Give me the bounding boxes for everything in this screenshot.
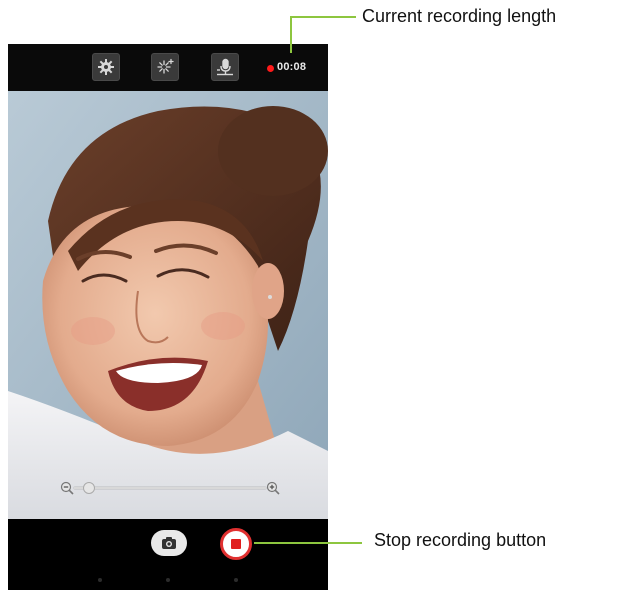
zoom-out-icon[interactable]	[60, 481, 74, 495]
recording-indicator	[267, 65, 274, 72]
callout-line-recording-length-h	[290, 16, 356, 18]
camera-screen: 00:08	[8, 44, 328, 590]
manual-page: 00:08 Current recording length Stop reco…	[0, 0, 631, 590]
effects-button[interactable]	[151, 53, 179, 81]
stop-icon	[231, 539, 241, 549]
callout-line-stop-button	[254, 542, 362, 544]
viewfinder-image	[8, 91, 328, 519]
camera-toolbar: 00:08	[8, 44, 328, 91]
callout-stop-button: Stop recording button	[374, 530, 547, 550]
zoom-in-icon[interactable]	[266, 481, 280, 495]
callout-recording-length: Current recording length	[362, 6, 557, 26]
zoom-handle[interactable]	[83, 482, 95, 494]
zoom-slider[interactable]	[60, 481, 280, 495]
settings-button[interactable]	[92, 53, 120, 81]
nav-recent-dot[interactable]	[234, 578, 238, 582]
camera-viewfinder	[8, 91, 328, 519]
callout-line-recording-length	[290, 16, 292, 53]
capture-controls	[8, 519, 328, 590]
nav-home-dot[interactable]	[166, 578, 170, 582]
microphone-icon	[217, 58, 233, 76]
microphone-button[interactable]	[211, 53, 239, 81]
sparkle-icon	[157, 58, 174, 74]
camera-icon	[162, 537, 176, 549]
zoom-track[interactable]	[74, 487, 266, 489]
gear-icon	[98, 59, 114, 75]
snapshot-button[interactable]	[151, 530, 187, 556]
nav-back-dot[interactable]	[98, 578, 102, 582]
recording-time: 00:08	[277, 61, 307, 73]
stop-recording-button[interactable]	[220, 528, 252, 560]
